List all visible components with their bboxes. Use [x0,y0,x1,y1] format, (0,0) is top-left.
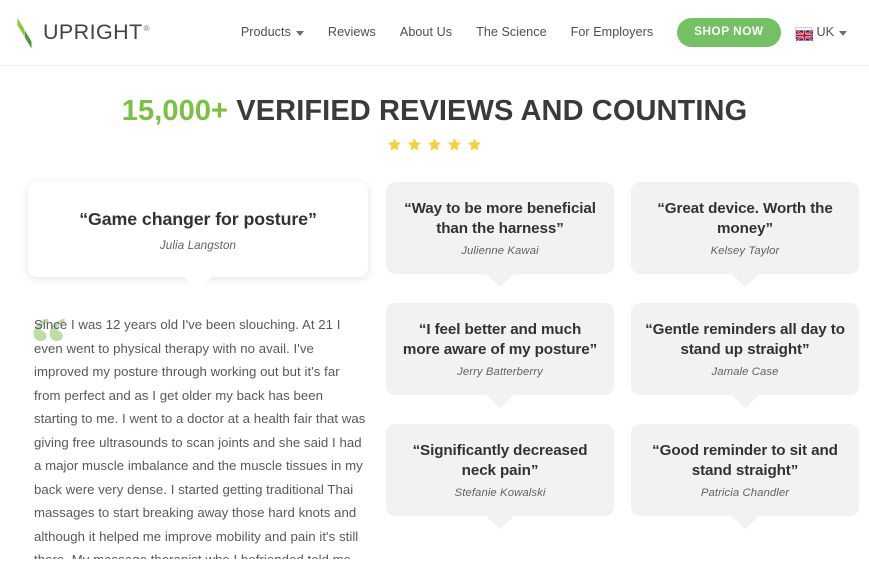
review-count-highlight: 15,000+ [121,95,229,127]
testimonials-grid: “Game changer for posture” Julia Langsto… [0,182,869,559]
testimonial-card[interactable]: “I feel better and much more aware of my… [386,303,614,396]
testimonial-author: Julia Langston [159,238,237,252]
testimonial-card[interactable]: “Significantly decreased neck pain” Stef… [386,424,614,517]
testimonial-card[interactable]: “Gentle reminders all day to stand up st… [631,303,859,396]
testimonial-quote: “Good reminder to sit and stand straight… [652,442,838,479]
nav-label-for-employers: For Employers [570,25,654,40]
nav-item-products[interactable]: Products [229,19,316,45]
nav-item-for-employers[interactable]: For Employers [559,19,666,45]
star-icon [427,137,442,152]
testimonial-author: Julienne Kawai [461,245,539,258]
testimonial-quote: “Game changer for posture” [79,208,317,229]
nav-label-reviews: Reviews [327,25,376,40]
testimonial-column-2: “Great device. Worth the money” Kelsey T… [631,182,859,545]
nav-label-the-science: The Science [476,25,547,40]
star-icon [447,137,462,152]
star-icon [467,137,482,152]
star-icon [387,137,402,152]
testimonial-quote: “Significantly decreased neck pain” [412,442,588,479]
upright-bolt-logo-icon [14,16,36,50]
nav-label-about-us: About Us [399,25,453,40]
nav-item-about-us[interactable]: About Us [388,19,464,45]
star-icon [407,137,422,152]
testimonial-quote: “Way to be more beneficial than the harn… [404,200,596,237]
testimonial-card[interactable]: “Way to be more beneficial than the harn… [386,182,614,275]
nav-item-the-science[interactable]: The Science [464,19,559,45]
testimonial-author: Patricia Chandler [700,487,790,500]
brand-logo-link[interactable]: UPRIGHT® [14,16,150,50]
page-title: 15,000+ VERIFIED REVIEWS AND COUNTING [0,95,869,128]
testimonial-author: Kelsey Taylor [710,245,780,258]
star-rating [0,137,869,152]
page-title-text: VERIFIED REVIEWS AND COUNTING [236,95,748,127]
nav-label-products: Products [240,25,291,40]
hero-section: 15,000+ VERIFIED REVIEWS AND COUNTING [0,66,869,152]
testimonial-author: Jamale Case [711,366,779,379]
testimonial-quote: “I feel better and much more aware of my… [402,321,598,358]
testimonial-quote: “Great device. Worth the money” [657,200,833,237]
testimonial-card[interactable]: “Great device. Worth the money” Kelsey T… [631,182,859,275]
brand-trademark: ® [143,23,150,33]
site-header: UPRIGHT® Products Reviews About Us The S… [0,0,869,66]
brand-name: UPRIGHT® [43,19,150,44]
chevron-down-icon [295,30,304,36]
featured-review-body: “ Since I was 12 years old I've been slo… [28,307,368,559]
uk-flag-icon [794,26,814,42]
locale-label: UK [816,25,835,40]
shop-now-button[interactable]: SHOP NOW [677,18,781,47]
nav-item-reviews[interactable]: Reviews [316,19,388,45]
testimonial-column-1: “Way to be more beneficial than the harn… [386,182,614,545]
featured-review-text: Since I was 12 years old I've been slouc… [34,317,366,559]
testimonial-author: Jerry Batterberry [457,366,543,379]
testimonial-author: Stefanie Kowalski [454,487,546,500]
featured-review-column: “Game changer for posture” Julia Langsto… [28,182,368,559]
featured-testimonial-card[interactable]: “Game changer for posture” Julia Langsto… [28,182,368,278]
testimonial-quote: “Gentle reminders all day to stand up st… [645,321,845,358]
main-navigation: Products Reviews About Us The Science Fo… [229,18,851,47]
testimonial-card[interactable]: “Good reminder to sit and stand straight… [631,424,859,517]
locale-selector[interactable]: UK [787,19,852,45]
chevron-down-icon [839,30,847,36]
